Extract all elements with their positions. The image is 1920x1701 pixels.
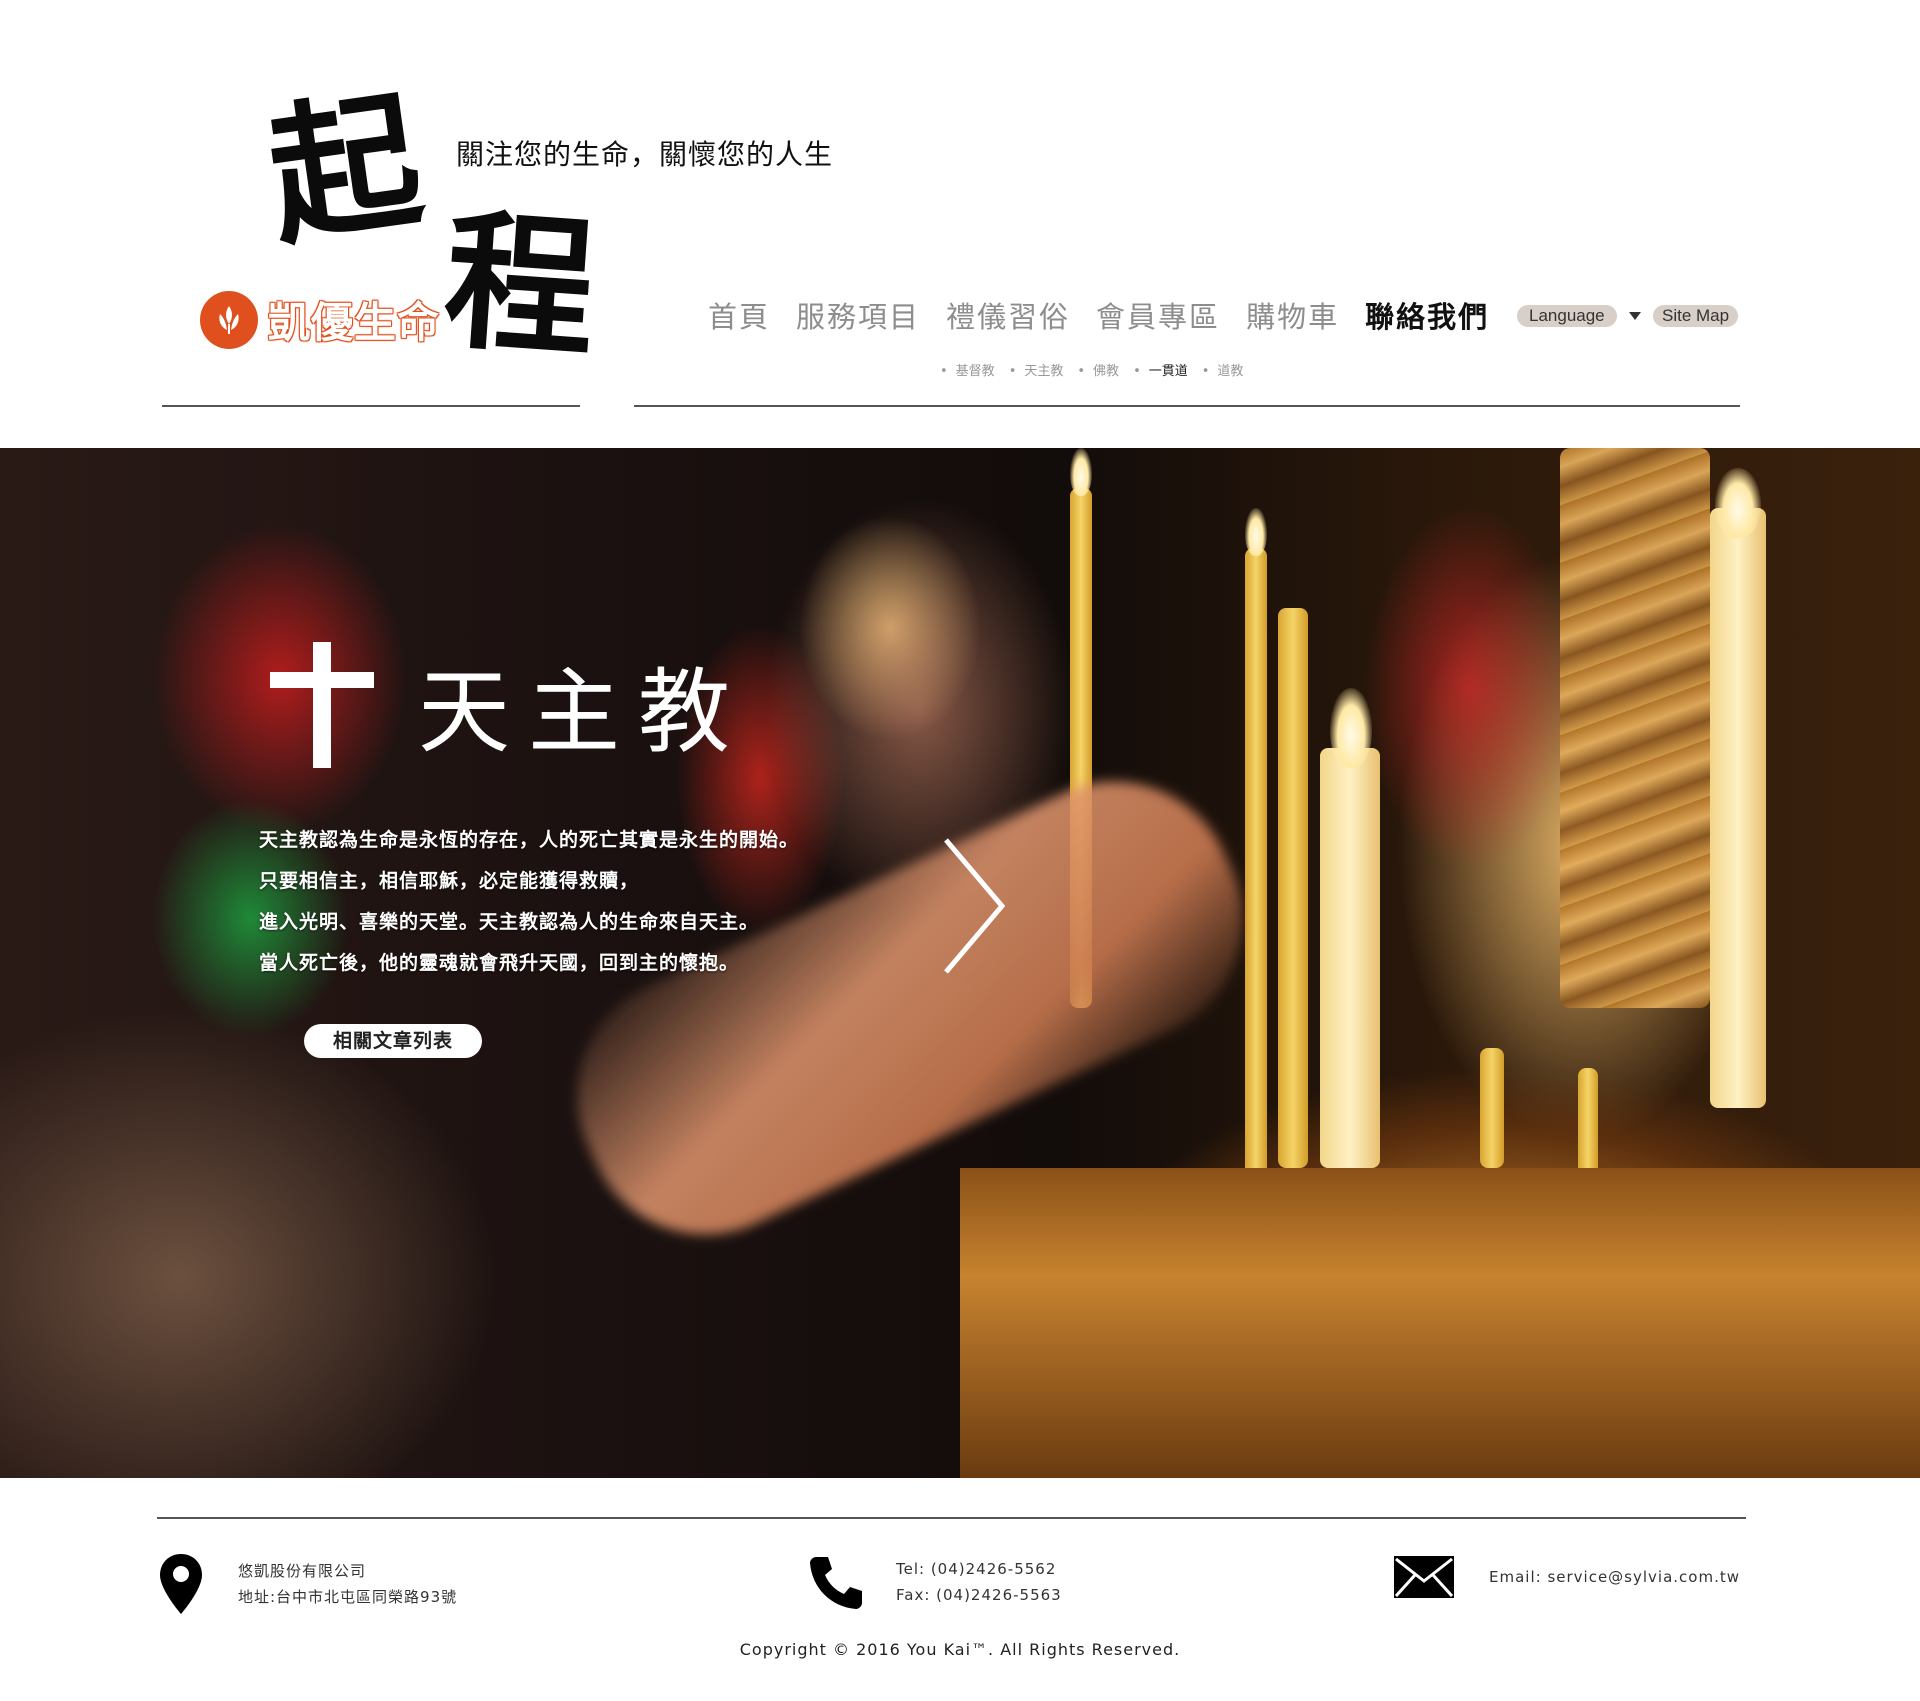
hero-line: 當人死亡後，他的靈魂就會飛升天國，回到主的懷抱。 <box>259 952 740 974</box>
company-name: 悠凱股份有限公司 <box>238 1562 367 1580</box>
email-link[interactable]: Email: service@sylvia.com.tw <box>1489 1564 1740 1590</box>
copyright: Copyright © 2016 You Kai™. All Rights Re… <box>739 1640 1181 1659</box>
fax-text: Fax: (04)2426-5563 <box>896 1586 1062 1604</box>
candle <box>1245 548 1267 1248</box>
hero-description: 天主教認為生命是永恆的存在，人的死亡其實是永生的開始。 只要相信主，相信耶穌，必… <box>259 820 899 984</box>
footer-phone: Tel: (04)2426-5562 Fax: (04)2426-5563 <box>808 1553 1062 1611</box>
nav-cart[interactable]: 購物車 <box>1246 294 1339 336</box>
brand-name: 凱優生命 <box>268 298 441 347</box>
map-pin-icon <box>160 1554 202 1614</box>
candle-column <box>1560 448 1710 1008</box>
hero-line: 進入光明、喜樂的天堂。天主教認為人的生命來自天主。 <box>259 911 760 933</box>
envelope-icon <box>1394 1556 1454 1598</box>
footer-email: Email: service@sylvia.com.tw <box>1393 1555 1740 1599</box>
candle <box>1278 608 1308 1168</box>
candle-flame <box>1715 468 1761 538</box>
header-divider-left <box>162 405 580 407</box>
logo-char-1: 起 <box>258 73 422 267</box>
tagline: 關注您的生命，關懷您的人生 <box>456 138 834 171</box>
candle-flame <box>1330 688 1372 768</box>
hero-banner: 天主教 天主教認為生命是永恆的存在，人的死亡其實是永生的開始。 只要相信主，相信… <box>0 448 1920 1478</box>
subnav-yiguandao[interactable]: 一貫道 <box>1133 360 1188 379</box>
subnav-taoist[interactable]: 道教 <box>1202 360 1243 379</box>
candle <box>1320 748 1380 1168</box>
candle-flame <box>1070 448 1092 496</box>
hero-title: 天主教 <box>270 638 748 771</box>
language-selector[interactable]: Language <box>1517 305 1617 327</box>
tel-text[interactable]: Tel: (04)2426-5562 <box>896 1556 1062 1582</box>
candle <box>1480 1048 1504 1168</box>
flame-lotus-icon <box>200 290 258 349</box>
subnav-catholic[interactable]: 天主教 <box>1009 360 1063 379</box>
subnav-buddhist[interactable]: 佛教 <box>1077 360 1119 379</box>
hero-line: 只要相信主，相信耶穌，必定能獲得救贖， <box>259 870 640 892</box>
address-text: 地址:台中市北屯區同榮路93號 <box>238 1588 458 1606</box>
candle-flame <box>1245 508 1267 556</box>
brand-logo[interactable]: 凱優生命 <box>200 289 440 350</box>
sitemap-button[interactable]: Site Map <box>1653 305 1739 327</box>
nav-contact[interactable]: 聯絡我們 <box>1365 294 1489 336</box>
nav-home[interactable]: 首頁 <box>708 294 770 336</box>
nav-services[interactable]: 服務項目 <box>796 294 920 336</box>
logo-char-2: 程 <box>439 192 591 378</box>
candle-tray <box>960 1168 1920 1478</box>
phone-icon <box>810 1557 862 1609</box>
religion-subnav: 基督教 天主教 佛教 一貫道 道教 <box>940 360 1244 379</box>
site-header: 起 程 關注您的生命，關懷您的人生 凱優生命 首頁 服務項目 禮儀習俗 會員專區… <box>0 0 1920 448</box>
candle <box>1710 508 1766 1108</box>
candle <box>1578 1068 1598 1178</box>
footer-divider <box>157 1517 1746 1519</box>
cross-icon <box>270 641 374 768</box>
caret-down-icon[interactable] <box>1629 312 1641 320</box>
hero-line: 天主教認為生命是永恆的存在，人的死亡其實是永生的開始。 <box>259 829 800 851</box>
related-articles-button[interactable]: 相關文章列表 <box>304 1024 482 1058</box>
footer-address: 悠凱股份有限公司 地址:台中市北屯區同榮路93號 <box>158 1552 457 1616</box>
main-nav: 首頁 服務項目 禮儀習俗 會員專區 購物車 聯絡我們 <box>708 294 1489 336</box>
chevron-right-icon[interactable] <box>940 836 1010 976</box>
subnav-christian[interactable]: 基督教 <box>940 360 995 379</box>
nav-members[interactable]: 會員專區 <box>1096 294 1220 336</box>
hero-title-text: 天主教 <box>418 659 749 766</box>
header-divider-right <box>634 405 1740 407</box>
nav-customs[interactable]: 禮儀習俗 <box>946 294 1070 336</box>
